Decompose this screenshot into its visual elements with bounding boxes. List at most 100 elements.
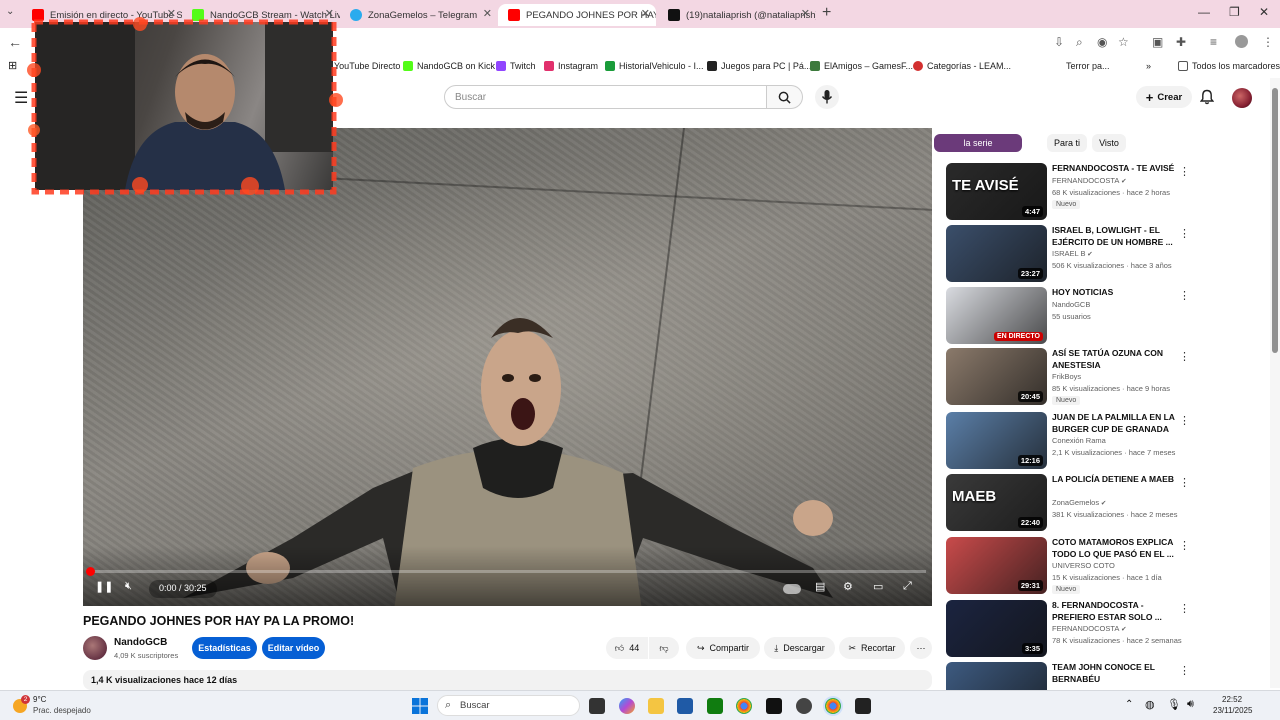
obs-icon[interactable] — [796, 698, 812, 714]
more-vertical-icon[interactable]: ⋮ — [1179, 165, 1190, 178]
recommendation-title[interactable]: FERNANDOCOSTA - TE AVISÉ — [1052, 163, 1176, 175]
search-input[interactable]: Buscar — [444, 85, 767, 109]
close-icon[interactable]: ✕ — [325, 7, 334, 20]
close-icon[interactable]: ✕ — [641, 7, 650, 20]
install-icon[interactable]: ⇩ — [1054, 35, 1064, 49]
recommendation-channel[interactable]: UNIVERSO COTO — [1052, 561, 1115, 570]
recommendation-item[interactable]: 20:45 ASÍ SE TATÚA OZUNA CON ANESTESIA Fri… — [946, 348, 1196, 406]
tray-app-icon[interactable]: ◍ — [1145, 698, 1155, 711]
xbox-icon[interactable] — [707, 698, 723, 714]
task-view-icon[interactable] — [589, 698, 605, 714]
more-vertical-icon[interactable]: ⋮ — [1179, 227, 1190, 240]
bookmark-star-icon[interactable]: ☆ — [1118, 35, 1129, 49]
more-vertical-icon[interactable]: ⋮ — [1179, 289, 1190, 302]
window-close-icon[interactable]: ✕ — [1259, 5, 1269, 19]
notifications-bell-icon[interactable] — [1200, 89, 1214, 105]
recommendation-title[interactable]: HOY NOTICIAS — [1052, 287, 1176, 299]
voice-search-button[interactable] — [815, 85, 839, 109]
page-scrollbar[interactable] — [1270, 78, 1280, 688]
more-vertical-icon[interactable]: ⋮ — [1179, 476, 1190, 489]
more-vertical-icon[interactable]: ⋮ — [1179, 350, 1190, 363]
recommendation-thumbnail[interactable]: 29:31 — [946, 537, 1047, 594]
recommendation-title[interactable]: ISRAEL B, LOWLIGHT - EL EJÉRCITO DE UN H… — [1052, 225, 1176, 248]
bookmark-youtube[interactable]: YouTube Directo — [334, 61, 400, 71]
chip-para-ti[interactable]: Para ti — [1047, 134, 1087, 152]
recommendation-channel[interactable]: FrikBoys — [1052, 372, 1081, 381]
bookmark-historial[interactable]: HistorialVehiculo - I... — [605, 61, 704, 71]
edit-video-button[interactable]: Editar vídeo — [262, 637, 325, 659]
recommendation-channel[interactable]: FERNANDOCOSTA ✔ — [1052, 176, 1127, 185]
recommendation-item[interactable]: 23:27 ISRAEL B, LOWLIGHT - EL EJÉRCITO DE… — [946, 225, 1196, 283]
bookmark-categorias[interactable]: Categorías - LEAM... — [913, 61, 1011, 71]
recommendation-title[interactable]: LA POLICÍA DETIENE A MAEB — [1052, 474, 1176, 486]
tray-mic-icon[interactable]: 🎙︎ — [1167, 698, 1181, 711]
apps-grid-icon[interactable]: ⊞ — [8, 59, 17, 72]
recommendation-channel[interactable]: ISRAEL B ✔ — [1052, 249, 1093, 258]
zoom-icon[interactable]: ⌕ — [1076, 35, 1083, 50]
new-tab-plus-icon[interactable]: + — [822, 4, 831, 22]
theater-mode-icon[interactable]: ▭ — [873, 580, 883, 593]
back-arrow-icon[interactable]: ← — [8, 34, 22, 50]
recommendation-channel[interactable]: NandoGCB — [1052, 300, 1090, 309]
tab-tiktok[interactable]: (19)nataliaprish (@nataliaprish) ✕ — [658, 4, 816, 26]
recommendation-thumbnail[interactable]: EN DIRECTO — [946, 287, 1047, 344]
more-actions-button[interactable]: ⋯ — [910, 637, 932, 659]
tray-chevron-icon[interactable]: ⌃ — [1125, 699, 1133, 710]
store-icon[interactable] — [677, 698, 693, 714]
clip-button[interactable]: ✂ Recortar — [839, 637, 905, 659]
chrome-active-icon[interactable] — [825, 698, 841, 714]
fullscreen-icon[interactable]: ⤢ — [903, 580, 912, 593]
scrollbar-thumb[interactable] — [1272, 88, 1278, 353]
maximize-icon[interactable]: ❐ — [1229, 5, 1240, 19]
media-controls-icon[interactable]: ≡ — [1210, 35, 1217, 49]
capcut-icon[interactable] — [855, 698, 871, 714]
minimize-icon[interactable]: — — [1198, 5, 1210, 19]
recommendation-thumbnail[interactable]: MAEB 22:40 — [946, 474, 1047, 531]
clock-time[interactable]: 22:52 — [1222, 695, 1242, 704]
mute-icon[interactable]: 🔇︎ — [125, 580, 132, 593]
taskbar-search[interactable]: ⌕ Buscar — [437, 695, 580, 716]
hamburger-menu-icon[interactable]: ☰ — [14, 88, 28, 108]
tab-telegram[interactable]: ZonaGemelos – Telegram ✕ — [340, 4, 498, 26]
recommendation-thumbnail[interactable]: 23:27 — [946, 225, 1047, 282]
autoplay-toggle[interactable] — [783, 584, 801, 594]
file-explorer-icon[interactable] — [648, 698, 664, 714]
bookmark-instagram[interactable]: Instagram — [544, 61, 598, 71]
recommendation-thumbnail[interactable]: 20:45 — [946, 348, 1047, 405]
tray-volume-icon[interactable]: 🔊︎ — [1187, 698, 1194, 711]
recommendation-thumbnail[interactable]: TE AVISÉ 4:47 — [946, 163, 1047, 220]
all-bookmarks[interactable]: Todos los marcadores — [1178, 61, 1280, 71]
subtitles-icon[interactable]: ▤ — [815, 580, 825, 593]
recommendation-item[interactable]: 29:31 COTO MATAMOROS EXPLICA TODO LO QUE … — [946, 537, 1196, 595]
account-avatar[interactable] — [1232, 88, 1252, 108]
like-button[interactable]: 👍︎ 44 — [606, 637, 648, 659]
chip-visto[interactable]: Visto — [1092, 134, 1126, 152]
download-button[interactable]: ⤓ Descargar — [764, 637, 835, 659]
recommendation-item[interactable]: 3:35 8. FERNANDOCOSTA - PREFIERO ESTAR SO… — [946, 600, 1196, 658]
channel-avatar[interactable] — [83, 636, 107, 660]
search-button[interactable] — [767, 85, 803, 109]
recommendation-title[interactable]: COTO MATAMOROS EXPLICA TODO LO QUE PASÓ … — [1052, 537, 1176, 560]
bookmark-twitch[interactable]: Twitch — [496, 61, 536, 71]
channel-name[interactable]: NandoGCB — [114, 637, 167, 648]
scrubber-handle[interactable] — [86, 567, 95, 576]
bookmark-kick[interactable]: NandoGCB on Kick — [403, 61, 495, 71]
share-button[interactable]: ↪ Compartir — [686, 637, 760, 659]
more-vertical-icon[interactable]: ⋮ — [1179, 602, 1190, 615]
more-vertical-icon[interactable]: ⋮ — [1179, 664, 1190, 677]
recommendation-item[interactable]: MAEB 22:40 LA POLICÍA DETIENE A MAEB ZonaGe… — [946, 474, 1196, 532]
recommendation-title[interactable]: TEAM JOHN CONOCE EL BERNABÉU — [1052, 662, 1176, 685]
recommendation-title[interactable]: 8. FERNANDOCOSTA - PREFIERO ESTAR SOLO .… — [1052, 600, 1176, 623]
stats-button[interactable]: Estadísticas — [192, 637, 257, 659]
recommendation-item[interactable]: TE AVISÉ 4:47 FERNANDOCOSTA - TE AVISÉ FERN… — [946, 163, 1196, 221]
video-player[interactable]: ❚❚ 🔇︎ 0:00 / 30:25 ▤ ⚙ ▭ ⤢ — [83, 128, 932, 606]
recommendation-channel[interactable]: Conexión Rama — [1052, 436, 1106, 445]
extension-icon[interactable]: ▣ — [1152, 35, 1163, 49]
recommendation-thumbnail[interactable]: 3:35 — [946, 600, 1047, 657]
chrome-icon[interactable] — [736, 698, 752, 714]
close-icon[interactable]: ✕ — [801, 7, 810, 20]
recommendation-title[interactable]: JUAN DE LA PALMILLA EN LA BURGER CUP DE … — [1052, 412, 1176, 435]
tiktok-icon[interactable] — [766, 698, 782, 714]
pause-icon[interactable]: ❚❚ — [95, 580, 113, 593]
progress-bar[interactable] — [89, 570, 926, 573]
